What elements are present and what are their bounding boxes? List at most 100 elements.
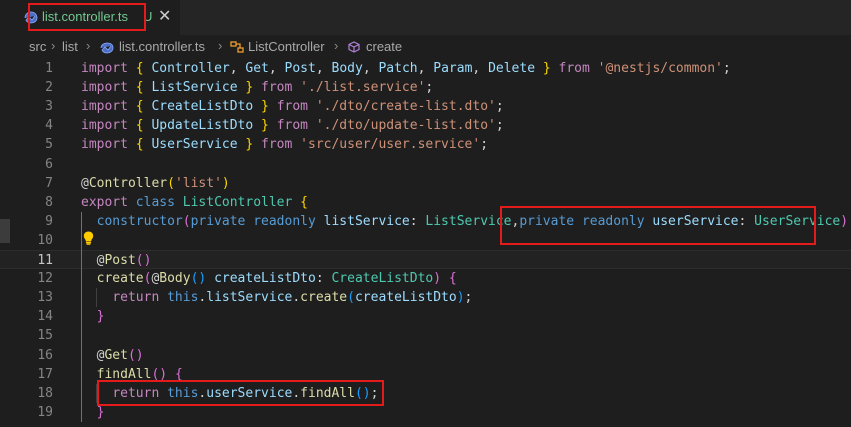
code-token: ( (182, 213, 191, 229)
code-token: ; (495, 118, 504, 134)
code-token: 'list' (174, 175, 222, 191)
code-line-16[interactable]: 16 @Get() (0, 346, 851, 365)
code-line-14[interactable]: 14 } (0, 307, 851, 326)
code-line-5[interactable]: 5 import { UserService } from 'src/user/u… (0, 135, 851, 154)
code-token: { (135, 137, 144, 153)
line-number: 12 (37, 271, 53, 287)
code-token: Controller (88, 175, 168, 191)
code-text: import { ListService } from './list.serv… (81, 78, 433, 97)
line-number: 1 (45, 61, 53, 76)
code-text: @Post() (81, 251, 152, 270)
code-token: { (448, 271, 457, 287)
code-token: , (472, 61, 489, 76)
code-token: ListController (182, 194, 293, 210)
code-token: Patch (378, 61, 418, 76)
code-token: ; (495, 99, 504, 115)
code-token: , (362, 61, 379, 76)
code-text: import { CreateListDto } from './dto/cre… (81, 97, 504, 116)
code-token: { (135, 80, 144, 96)
breadcrumb: src › list › list.controller.ts › ListCo… (0, 35, 851, 59)
line-number: 18 (37, 385, 53, 401)
line-number: 19 (37, 404, 53, 420)
line-number: 11 (37, 253, 53, 268)
line-number: 3 (45, 99, 53, 115)
code-token: ; (425, 80, 434, 96)
code-token: UpdateListDto (151, 118, 254, 134)
code-token: Body (159, 271, 191, 287)
code-token: class (135, 194, 175, 210)
breadcrumb-item-file[interactable]: list.controller.ts (119, 39, 205, 54)
code-line-11[interactable]: 11 @Post() (0, 250, 851, 269)
code-line-13[interactable]: 13 return this.listService.create(create… (0, 288, 851, 307)
scroll-indicator (0, 219, 10, 243)
code-token: Param (433, 61, 473, 76)
line-number: 15 (37, 328, 53, 344)
lightbulb-icon[interactable] (83, 231, 94, 245)
code-line-4[interactable]: 4 import { UpdateListDto } from './dto/up… (0, 116, 851, 135)
annotation-box-constructor (500, 206, 816, 245)
code-token: : (409, 213, 426, 229)
code-token: , (417, 61, 434, 76)
code-line-1[interactable]: 1 import { Controller, Get, Post, Body, P… (0, 59, 851, 78)
code-token: CreateListDto (331, 271, 434, 287)
code-token: : (315, 271, 332, 287)
annotation-box-return (97, 380, 384, 406)
code-token: Get (245, 61, 269, 76)
close-icon[interactable]: ✕ (158, 6, 171, 25)
breadcrumb-item-method[interactable]: create (366, 39, 402, 54)
code-token: } (261, 99, 269, 115)
code-line-2[interactable]: 2 import { ListService } from './list.ser… (0, 78, 851, 97)
code-text: @Controller('list') (81, 174, 230, 193)
code-token: this (167, 290, 199, 306)
code-token: } (542, 61, 551, 76)
code-token: ) (456, 290, 465, 306)
code-text: import { UserService } from 'src/user/us… (81, 135, 488, 154)
line-number: 17 (37, 366, 53, 382)
tab-bar: list.controller.ts U ✕ (0, 0, 851, 35)
breadcrumb-item-list[interactable]: list (62, 39, 78, 54)
code-token: ; (480, 137, 489, 153)
code-line-12[interactable]: 12 create(@Body() createListDto: CreateL… (0, 269, 851, 288)
code-token: } (261, 118, 269, 134)
line-number: 16 (37, 347, 53, 363)
code-line-6[interactable]: 6 (0, 155, 851, 174)
code-token: Controller (151, 61, 230, 76)
breadcrumb-item-src[interactable]: src (29, 39, 46, 54)
code-text: return this.listService.create(createLis… (81, 288, 472, 307)
code-token: ( (167, 175, 175, 191)
code-line-15[interactable]: 15 (0, 326, 851, 345)
code-line-3[interactable]: 3 import { CreateListDto } from './dto/cr… (0, 97, 851, 116)
code-token: { (135, 61, 144, 76)
code-text: import { UpdateListDto } from './dto/upd… (81, 116, 504, 135)
line-number: 2 (45, 80, 53, 96)
code-token: ; (722, 61, 731, 76)
chevron-right-icon: › (218, 38, 223, 53)
code-token: createListDto (354, 290, 457, 306)
code-line-7[interactable]: 7 @Controller('list') (0, 174, 851, 193)
code-token: ) (221, 175, 230, 191)
chevron-right-icon: › (334, 38, 339, 53)
code-token: () (135, 253, 152, 268)
class-icon (230, 41, 244, 53)
code-token: CreateListDto (151, 99, 254, 115)
code-token: ( (347, 290, 355, 306)
breadcrumb-item-class[interactable]: ListController (248, 39, 325, 54)
code-token: create (96, 271, 144, 287)
code-token: ) (433, 271, 442, 287)
line-number: 13 (37, 290, 53, 306)
code-token: from (558, 61, 590, 76)
code-token: Body (331, 61, 363, 76)
code-token: private (190, 213, 246, 229)
code-token: return (112, 290, 160, 306)
code-token: ListService (425, 213, 512, 229)
code-token: import (81, 80, 128, 96)
